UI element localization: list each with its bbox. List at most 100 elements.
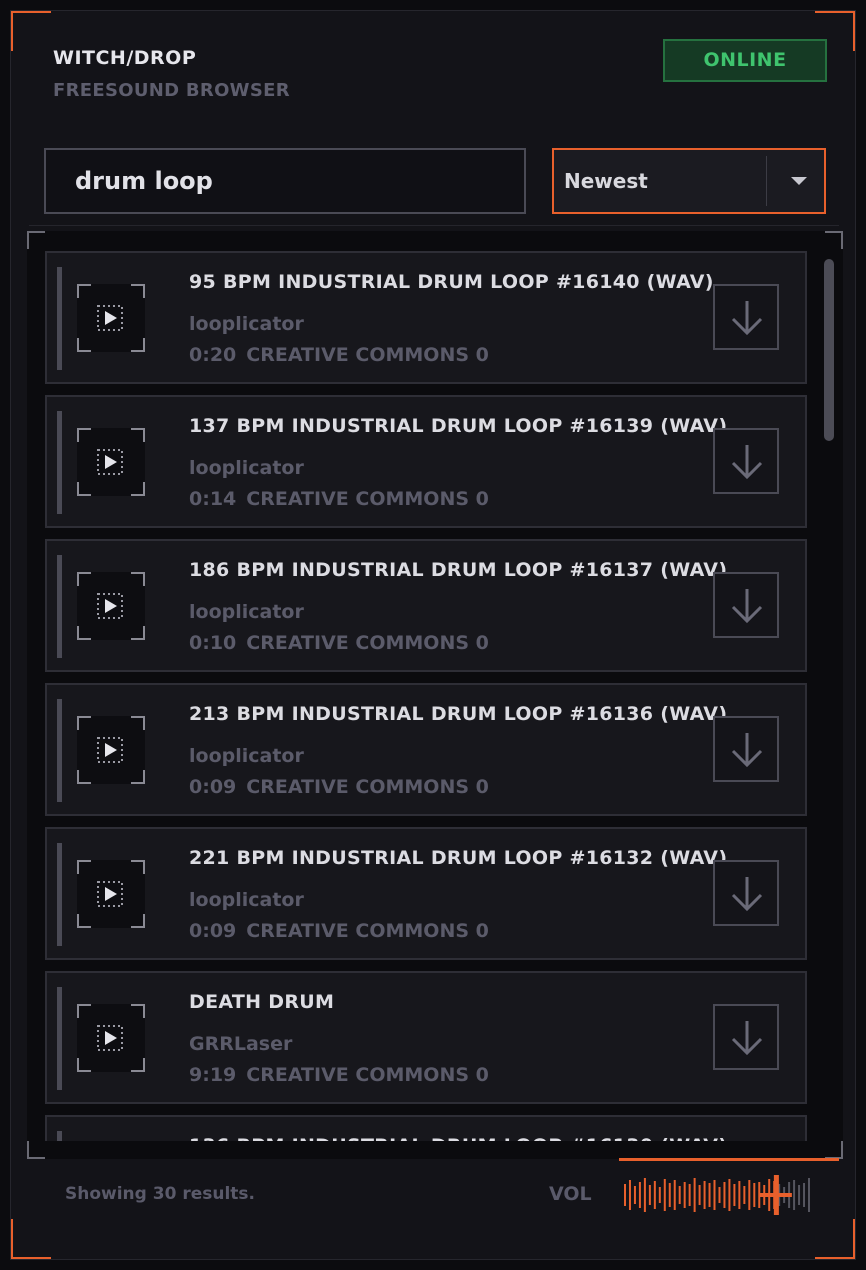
- volume-slider[interactable]: [623, 1175, 813, 1215]
- download-button[interactable]: [713, 284, 779, 350]
- download-button[interactable]: [713, 716, 779, 782]
- play-icon: [97, 593, 123, 619]
- result-title[interactable]: DEATH DRUM: [189, 991, 334, 1013]
- result-meta: 0:20 CREATIVE COMMONS 0: [189, 344, 489, 366]
- button-corner: [77, 572, 91, 586]
- sort-dropdown[interactable]: Newest: [552, 148, 826, 214]
- result-author: GRRLaser: [189, 1033, 293, 1055]
- play-icon: [97, 737, 123, 763]
- download-arrow-icon: [731, 733, 763, 768]
- play-icon: [97, 305, 123, 331]
- result-author: looplicator: [189, 601, 304, 623]
- button-corner: [131, 572, 145, 586]
- result-title[interactable]: 221 BPM INDUSTRIAL DRUM LOOP #16132 (WAV…: [189, 847, 727, 869]
- play-button[interactable]: [77, 860, 145, 928]
- app-window: WITCH/DROP FREESOUND BROWSER ONLINE drum…: [10, 10, 856, 1260]
- result-meta: 0:10 CREATIVE COMMONS 0: [189, 632, 489, 654]
- volume-knob-crossbar: [759, 1193, 792, 1197]
- button-corner: [131, 428, 145, 442]
- results-count: Showing 30 results.: [65, 1184, 255, 1204]
- button-corner: [131, 626, 145, 640]
- download-button[interactable]: [713, 428, 779, 494]
- row-accent-bar: [57, 699, 62, 802]
- button-corner: [131, 914, 145, 928]
- button-corner: [131, 338, 145, 352]
- result-row[interactable]: DEATH DRUM GRRLaser 9:19 CREATIVE COMMONS…: [45, 971, 807, 1104]
- result-duration: 0:20: [189, 344, 237, 366]
- chevron-down-icon[interactable]: [791, 177, 807, 185]
- button-corner: [77, 770, 91, 784]
- result-row[interactable]: 137 BPM INDUSTRIAL DRUM LOOP #16139 (WAV…: [45, 395, 807, 528]
- result-title[interactable]: 95 BPM INDUSTRIAL DRUM LOOP #16140 (WAV): [189, 271, 714, 293]
- sort-selected-label: Newest: [564, 169, 648, 193]
- play-button[interactable]: [77, 716, 145, 784]
- result-license: CREATIVE COMMONS 0: [246, 776, 489, 798]
- button-corner: [131, 1058, 145, 1072]
- button-corner: [77, 338, 91, 352]
- result-title[interactable]: 186 BPM INDUSTRIAL DRUM LOOP #16137 (WAV…: [189, 559, 727, 581]
- play-button[interactable]: [77, 284, 145, 352]
- result-title[interactable]: 136 BPM INDUSTRIAL DRUM LOOP #16130 (WAV…: [189, 1135, 727, 1141]
- result-meta: 0:09 CREATIVE COMMONS 0: [189, 776, 489, 798]
- result-row[interactable]: 136 BPM INDUSTRIAL DRUM LOOP #16130 (WAV…: [45, 1115, 807, 1141]
- button-corner: [131, 860, 145, 874]
- volume-label: VOL: [549, 1183, 592, 1205]
- button-corner: [77, 1058, 91, 1072]
- download-button[interactable]: [713, 572, 779, 638]
- result-author: looplicator: [189, 457, 304, 479]
- scrollbar-thumb[interactable]: [824, 259, 834, 441]
- result-license: CREATIVE COMMONS 0: [246, 488, 489, 510]
- download-arrow-icon: [731, 301, 763, 336]
- button-corner: [131, 482, 145, 496]
- result-row[interactable]: 213 BPM INDUSTRIAL DRUM LOOP #16136 (WAV…: [45, 683, 807, 816]
- app-title: WITCH/DROP: [53, 47, 197, 69]
- result-author: looplicator: [189, 745, 304, 767]
- result-meta: 9:19 CREATIVE COMMONS 0: [189, 1064, 489, 1086]
- panel-corner: [27, 231, 45, 249]
- download-button[interactable]: [713, 860, 779, 926]
- row-accent-bar: [57, 411, 62, 514]
- button-corner: [77, 428, 91, 442]
- row-accent-bar: [57, 843, 62, 946]
- panel-corner: [825, 1141, 843, 1159]
- result-duration: 0:14: [189, 488, 237, 510]
- results-list[interactable]: 95 BPM INDUSTRIAL DRUM LOOP #16140 (WAV)…: [45, 251, 809, 1141]
- row-accent-bar: [57, 1131, 62, 1141]
- button-corner: [77, 716, 91, 730]
- play-button[interactable]: [77, 572, 145, 640]
- status-badge: ONLINE: [663, 39, 827, 82]
- panel-corner: [825, 231, 843, 249]
- row-accent-bar: [57, 267, 62, 370]
- download-button[interactable]: [713, 1004, 779, 1070]
- row-accent-bar: [57, 555, 62, 658]
- volume-track-line: [619, 1158, 839, 1161]
- download-arrow-icon: [731, 445, 763, 480]
- result-duration: 0:09: [189, 920, 237, 942]
- download-arrow-icon: [731, 877, 763, 912]
- button-corner: [131, 1004, 145, 1018]
- button-corner: [77, 1004, 91, 1018]
- divider: [29, 225, 839, 226]
- row-accent-bar: [57, 987, 62, 1090]
- result-license: CREATIVE COMMONS 0: [246, 344, 489, 366]
- result-license: CREATIVE COMMONS 0: [246, 632, 489, 654]
- result-row[interactable]: 186 BPM INDUSTRIAL DRUM LOOP #16137 (WAV…: [45, 539, 807, 672]
- play-button[interactable]: [77, 1004, 145, 1072]
- result-title[interactable]: 137 BPM INDUSTRIAL DRUM LOOP #16139 (WAV…: [189, 415, 727, 437]
- button-corner: [131, 770, 145, 784]
- button-corner: [77, 860, 91, 874]
- button-corner: [131, 284, 145, 298]
- result-duration: 0:09: [189, 776, 237, 798]
- result-author: looplicator: [189, 313, 304, 335]
- button-corner: [131, 716, 145, 730]
- button-corner: [77, 482, 91, 496]
- search-input[interactable]: drum loop: [44, 148, 526, 214]
- result-row[interactable]: 221 BPM INDUSTRIAL DRUM LOOP #16132 (WAV…: [45, 827, 807, 960]
- result-row[interactable]: 95 BPM INDUSTRIAL DRUM LOOP #16140 (WAV)…: [45, 251, 807, 384]
- frame-corner: [815, 1219, 855, 1259]
- play-button[interactable]: [77, 428, 145, 496]
- result-duration: 9:19: [189, 1064, 237, 1086]
- button-corner: [77, 284, 91, 298]
- result-title[interactable]: 213 BPM INDUSTRIAL DRUM LOOP #16136 (WAV…: [189, 703, 727, 725]
- app-subtitle: FREESOUND BROWSER: [53, 80, 290, 101]
